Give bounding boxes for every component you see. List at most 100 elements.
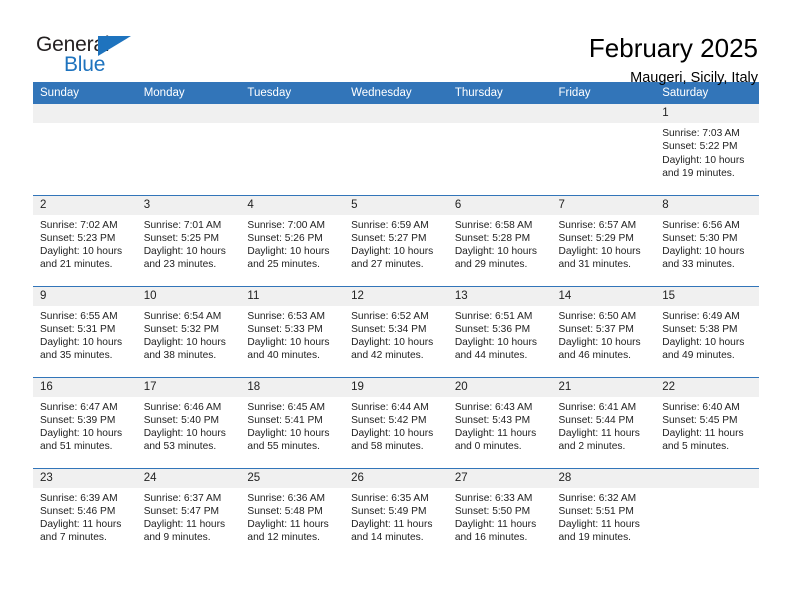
calendar-day-cell[interactable]: 15 Sunrise: 6:49 AM Sunset: 5:38 PM Dayligh… [655,285,759,377]
sunset-time: Sunset: 5:39 PM [40,414,116,426]
day-number: 17 [136,377,241,397]
day-number: 13 [447,286,552,306]
daylight-duration-line1: Daylight: 10 hours [351,337,434,349]
calendar-day-cell[interactable]: 9 Sunrise: 6:55 AM Sunset: 5:31 PM Daylight… [33,285,137,377]
daylight-duration-line1: Daylight: 10 hours [454,337,537,349]
day-number: 10 [136,286,241,306]
calendar-day-cell[interactable]: 8 Sunrise: 6:56 AM Sunset: 5:30 PM Daylight… [655,194,759,286]
calendar-day-cell[interactable]: 3 Sunrise: 7:01 AM Sunset: 5:25 PM Daylight… [136,194,241,286]
daylight-duration-line2: and 38 minutes. [143,350,217,362]
calendar-day-cell[interactable]: 1 Sunrise: 7:03 AM Sunset: 5:22 PM Daylight… [655,104,759,195]
daylight-duration-line2: and 23 minutes. [143,259,217,271]
daylight-duration-line2: and 46 minutes. [558,350,632,362]
daylight-duration-line2: and 55 minutes. [247,441,320,453]
daylight-duration-line2: and 14 minutes. [351,532,424,544]
general-blue-logo[interactable]: General Blue [36,33,144,79]
sunrise-time: Sunrise: 6:39 AM [40,492,118,504]
calendar-day-cell[interactable]: 2 Sunrise: 7:02 AM Sunset: 5:23 PM Daylight… [33,194,137,286]
calendar-day-cell[interactable]: 19 Sunrise: 6:44 AM Sunset: 5:42 PM Dayligh… [344,376,448,468]
daylight-duration-line1: Daylight: 10 hours [558,246,641,258]
calendar-day-cell[interactable]: 26 Sunrise: 6:35 AM Sunset: 5:49 PM Dayligh… [344,467,448,559]
day-details: Sunrise: 6:49 AM Sunset: 5:38 PM Daylight:… [655,306,759,363]
day-number [136,104,241,123]
calendar-day-cell[interactable]: 28 Sunrise: 6:32 AM Sunset: 5:51 PM Dayligh… [551,467,656,559]
calendar-day-cell[interactable]: 7 Sunrise: 6:57 AM Sunset: 5:29 PM Daylight… [551,194,656,286]
daylight-duration-line1: Daylight: 10 hours [558,337,641,349]
calendar-day-cell[interactable] [551,104,656,195]
day-details: Sunrise: 7:03 AM Sunset: 5:22 PM Daylight:… [655,123,759,180]
sunset-time: Sunset: 5:47 PM [143,505,220,517]
daylight-duration-line2: and 31 minutes. [558,259,632,271]
day-number: 22 [655,377,759,397]
calendar-day-cell[interactable]: 10 Sunrise: 6:54 AM Sunset: 5:32 PM Dayligh… [136,285,241,377]
calendar-day-cell[interactable] [447,104,552,195]
calendar-day-cell[interactable]: 27 Sunrise: 6:33 AM Sunset: 5:50 PM Dayligh… [447,467,552,559]
daylight-duration-line1: Daylight: 11 hours [40,519,122,531]
daylight-duration-line1: Daylight: 10 hours [40,428,123,440]
calendar-day-cell[interactable] [136,104,241,195]
day-details: Sunrise: 6:32 AM Sunset: 5:51 PM Daylight:… [552,488,656,545]
day-details: Sunrise: 7:01 AM Sunset: 5:25 PM Daylight:… [137,215,241,272]
day-details: Sunrise: 6:58 AM Sunset: 5:28 PM Daylight:… [448,215,552,272]
calendar-day-cell[interactable]: 20 Sunrise: 6:43 AM Sunset: 5:43 PM Dayligh… [447,376,552,468]
day-details: Sunrise: 6:53 AM Sunset: 5:33 PM Daylight:… [240,306,344,363]
day-number: 27 [447,468,552,488]
calendar-day-cell[interactable]: 12 Sunrise: 6:52 AM Sunset: 5:34 PM Dayligh… [344,285,448,377]
sunset-time: Sunset: 5:32 PM [143,323,220,335]
weekday-header-monday: Monday [136,82,241,104]
day-number [551,104,656,123]
day-number: 28 [551,468,656,488]
sunset-time: Sunset: 5:27 PM [351,232,427,244]
calendar-day-cell[interactable]: 5 Sunrise: 6:59 AM Sunset: 5:27 PM Daylight… [344,194,448,286]
sunrise-time: Sunrise: 6:46 AM [143,401,222,413]
day-number: 9 [33,286,137,306]
calendar-day-cell[interactable]: 6 Sunrise: 6:58 AM Sunset: 5:28 PM Daylight… [447,194,552,286]
calendar-day-cell[interactable] [344,104,448,195]
sunset-time: Sunset: 5:34 PM [351,323,427,335]
day-number [655,468,759,488]
calendar-week-row: 16 Sunrise: 6:47 AM Sunset: 5:39 PM Dayligh… [33,376,759,468]
calendar-week-row: 1 Sunrise: 7:03 AM Sunset: 5:22 PM Daylight… [33,104,759,195]
sunrise-time: Sunrise: 6:59 AM [351,219,429,231]
day-details: Sunrise: 6:54 AM Sunset: 5:32 PM Daylight:… [137,306,241,363]
calendar-day-cell[interactable]: 14 Sunrise: 6:50 AM Sunset: 5:37 PM Dayligh… [551,285,656,377]
daylight-duration-line1: Daylight: 10 hours [40,337,123,349]
day-details: Sunrise: 6:35 AM Sunset: 5:49 PM Daylight:… [344,488,448,545]
calendar-day-cell[interactable]: 4 Sunrise: 7:00 AM Sunset: 5:26 PM Daylight… [240,194,345,286]
calendar-day-cell[interactable]: 18 Sunrise: 6:45 AM Sunset: 5:41 PM Dayligh… [240,376,345,468]
sunset-time: Sunset: 5:42 PM [351,414,427,426]
daylight-duration-line1: Daylight: 10 hours [662,246,745,258]
calendar-day-cell[interactable] [240,104,345,195]
calendar-day-cell[interactable]: 25 Sunrise: 6:36 AM Sunset: 5:48 PM Dayligh… [240,467,345,559]
calendar-day-cell[interactable] [655,467,759,559]
sunrise-time: Sunrise: 6:45 AM [247,401,325,413]
logo-secondary-text: Blue [64,53,106,76]
sunrise-time: Sunrise: 6:35 AM [351,492,429,504]
sunset-time: Sunset: 5:37 PM [558,323,634,335]
day-details: Sunrise: 6:47 AM Sunset: 5:39 PM Daylight:… [33,397,137,454]
daylight-duration-line1: Daylight: 10 hours [662,337,745,349]
calendar-day-cell[interactable]: 24 Sunrise: 6:37 AM Sunset: 5:47 PM Dayligh… [136,467,241,559]
calendar-day-cell[interactable]: 17 Sunrise: 6:46 AM Sunset: 5:40 PM Dayligh… [136,376,241,468]
sunset-time: Sunset: 5:38 PM [662,323,738,335]
calendar-day-cell[interactable]: 21 Sunrise: 6:41 AM Sunset: 5:44 PM Dayligh… [551,376,656,468]
calendar-day-cell[interactable]: 22 Sunrise: 6:40 AM Sunset: 5:45 PM Dayligh… [655,376,759,468]
calendar-day-cell[interactable]: 11 Sunrise: 6:53 AM Sunset: 5:33 PM Dayligh… [240,285,345,377]
calendar-body: 1 Sunrise: 7:03 AM Sunset: 5:22 PM Daylight… [33,104,759,559]
calendar-day-cell[interactable]: 16 Sunrise: 6:47 AM Sunset: 5:39 PM Dayligh… [33,376,137,468]
sunset-time: Sunset: 5:44 PM [558,414,634,426]
sunrise-time: Sunrise: 6:37 AM [143,492,222,504]
calendar-day-cell[interactable]: 23 Sunrise: 6:39 AM Sunset: 5:46 PM Dayligh… [33,467,137,559]
daylight-duration-line2: and 25 minutes. [247,259,320,271]
daylight-duration-line1: Daylight: 11 hours [247,519,329,531]
day-details: Sunrise: 6:37 AM Sunset: 5:47 PM Daylight:… [137,488,241,545]
calendar-day-cell[interactable]: 13 Sunrise: 6:51 AM Sunset: 5:36 PM Dayligh… [447,285,552,377]
calendar-day-cell[interactable] [33,104,137,195]
day-details: Sunrise: 6:50 AM Sunset: 5:37 PM Daylight:… [552,306,656,363]
daylight-duration-line1: Daylight: 11 hours [558,519,640,531]
sunset-time: Sunset: 5:31 PM [40,323,116,335]
day-number [447,104,552,123]
daylight-duration-line1: Daylight: 10 hours [454,246,537,258]
sunrise-time: Sunrise: 6:40 AM [662,401,740,413]
daylight-duration-line1: Daylight: 10 hours [247,428,330,440]
